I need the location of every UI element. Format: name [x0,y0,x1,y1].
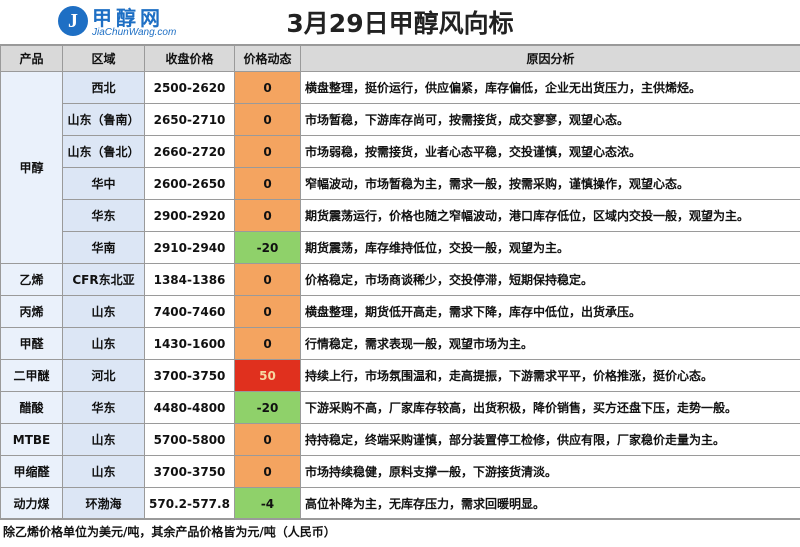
region-cell: 山东 [62,455,145,488]
reason-cell: 期货震荡运行，价格也随之窄幅波动，港口库存低位，区域内交投一般，观望为主。 [300,199,800,232]
change-cell: 0 [234,199,301,232]
product-cell: 动力煤 [0,487,63,520]
region-cell: 华南 [62,231,145,264]
product-cell: 甲醇 [0,71,63,264]
table-row: 华中 2600-2650 0 窄幅波动，市场暂稳为主，需求一般，按需采购，谨慎操… [1,167,800,200]
price-cell: 2650-2710 [144,103,235,136]
price-cell: 1384-1386 [144,263,235,296]
price-cell: 1430-1600 [144,327,235,360]
product-cell: 丙烯 [0,295,63,328]
change-cell: 0 [234,167,301,200]
table-row: 动力煤 环渤海 570.2-577.8 -4 高位补降为主，无库存压力，需求回暖… [0,487,800,520]
region-cell: 山东 [62,295,145,328]
footer-note: 除乙烯价格单位为美元/吨，其余产品价格皆为元/吨（人民币） [0,518,800,547]
table-row: 华东 2900-2920 0 期货震荡运行，价格也随之窄幅波动，港口库存低位，区… [1,199,800,232]
price-cell: 3700-3750 [144,359,235,392]
change-cell: 0 [234,455,301,488]
price-cell: 2660-2720 [144,135,235,168]
header: J 甲醇网 JiaChunWang.com 3月29日甲醇风向标 [0,0,800,45]
table-row: 山东（鲁北） 2660-2720 0 市场弱稳，按需接货，业者心态平稳，交投谨慎… [1,135,800,168]
table-row: 二甲醚 河北 3700-3750 50 持续上行，市场氛围温和，走高提振，下游需… [0,359,800,392]
reason-cell: 高位补降为主，无库存压力，需求回暖明显。 [300,487,800,520]
header-reason: 原因分析 [300,45,800,72]
region-cell: CFR东北亚 [62,263,145,296]
page-title: 3月29日甲醇风向标 [286,9,514,38]
region-cell: 山东 [62,423,145,456]
page: J 甲醇网 JiaChunWang.com 3月29日甲醇风向标 产品 区域 收… [0,0,800,547]
change-cell: 0 [234,263,301,296]
price-cell: 3700-3750 [144,455,235,488]
reason-cell: 窄幅波动，市场暂稳为主，需求一般，按需采购，谨慎操作，观望心态。 [300,167,800,200]
price-cell: 2600-2650 [144,167,235,200]
region-cell: 河北 [62,359,145,392]
table-row: 醋酸 华东 4480-4800 -20 下游采购不高，厂家库存较高，出货积极，降… [0,391,800,424]
table-row: 甲醛 山东 1430-1600 0 行情稳定，需求表现一般，观望市场为主。 [0,327,800,360]
table-row: 甲缩醛 山东 3700-3750 0 市场持续稳健，原料支撑一般，下游接货清淡。 [0,455,800,488]
table-row: 丙烯 山东 7400-7460 0 横盘整理，期货低开高走，需求下降，库存中低位… [0,295,800,328]
region-cell: 华东 [62,199,145,232]
reason-cell: 市场暂稳，下游库存尚可，按需接货，成交寥寥，观望心态。 [300,103,800,136]
header-price: 收盘价格 [144,45,235,72]
price-table: 产品 区域 收盘价格 价格动态 原因分析 甲醇 西北 2500-2620 0 横… [0,45,800,520]
reason-cell: 价格稳定，市场商谈稀少，交投停滞，短期保持稳定。 [300,263,800,296]
price-cell: 2500-2620 [144,71,235,104]
region-cell: 华中 [62,167,145,200]
price-cell: 570.2-577.8 [144,487,235,520]
region-cell: 西北 [62,71,145,104]
reason-cell: 横盘整理，挺价运行，供应偏紧，库存偏低，企业无出货压力，主供烯烃。 [300,71,800,104]
price-cell: 4480-4800 [144,391,235,424]
header-region: 区域 [62,45,145,72]
change-cell: 0 [234,103,301,136]
region-cell: 山东（鲁南） [62,103,145,136]
table-row: 乙烯 CFR东北亚 1384-1386 0 价格稳定，市场商谈稀少，交投停滞，短… [0,263,800,296]
reason-cell: 持续上行，市场氛围温和，走高提振，下游需求平平，价格推涨，挺价心态。 [300,359,800,392]
table-header-row: 产品 区域 收盘价格 价格动态 原因分析 [0,45,800,72]
change-cell: 50 [234,359,301,392]
change-cell: -4 [234,487,301,520]
reason-cell: 下游采购不高，厂家库存较高，出货积极，降价销售，买方还盘下压，走势一般。 [300,391,800,424]
change-cell: 0 [234,135,301,168]
change-cell: 0 [234,295,301,328]
change-cell: 0 [234,71,301,104]
reason-cell: 市场弱稳，按需接货，业者心态平稳，交投谨慎，观望心态浓。 [300,135,800,168]
product-cell: 醋酸 [0,391,63,424]
region-cell: 山东（鲁北） [62,135,145,168]
header-change: 价格动态 [234,45,301,72]
change-cell: -20 [234,231,301,264]
price-cell: 7400-7460 [144,295,235,328]
table-row: MTBE 山东 5700-5800 0 持持稳定，终端采购谨慎，部分装置停工检修… [0,423,800,456]
table-row: 山东（鲁南） 2650-2710 0 市场暂稳，下游库存尚可，按需接货，成交寥寥… [1,103,800,136]
change-cell: -20 [234,391,301,424]
region-cell: 华东 [62,391,145,424]
product-cell: 乙烯 [0,263,63,296]
reason-cell: 期货震荡，库存维持低位，交投一般，观望为主。 [300,231,800,264]
table-row: 华南 2910-2940 -20 期货震荡，库存维持低位，交投一般，观望为主。 [1,231,800,264]
product-cell: 二甲醚 [0,359,63,392]
price-cell: 2910-2940 [144,231,235,264]
change-cell: 0 [234,423,301,456]
change-cell: 0 [234,327,301,360]
price-cell: 5700-5800 [144,423,235,456]
product-cell: 甲缩醛 [0,455,63,488]
reason-cell: 持持稳定，终端采购谨慎，部分装置停工检修，供应有限，厂家稳价走量为主。 [300,423,800,456]
table-row: 甲醇 西北 2500-2620 0 横盘整理，挺价运行，供应偏紧，库存偏低，企业… [0,71,800,264]
price-cell: 2900-2920 [144,199,235,232]
header-product: 产品 [0,45,63,72]
product-cell: 甲醛 [0,327,63,360]
reason-cell: 横盘整理，期货低开高走，需求下降，库存中低位，出货承压。 [300,295,800,328]
reason-cell: 行情稳定，需求表现一般，观望市场为主。 [300,327,800,360]
region-cell: 环渤海 [62,487,145,520]
product-cell: MTBE [0,423,63,456]
region-cell: 山东 [62,327,145,360]
reason-cell: 市场持续稳健，原料支撑一般，下游接货清淡。 [300,455,800,488]
